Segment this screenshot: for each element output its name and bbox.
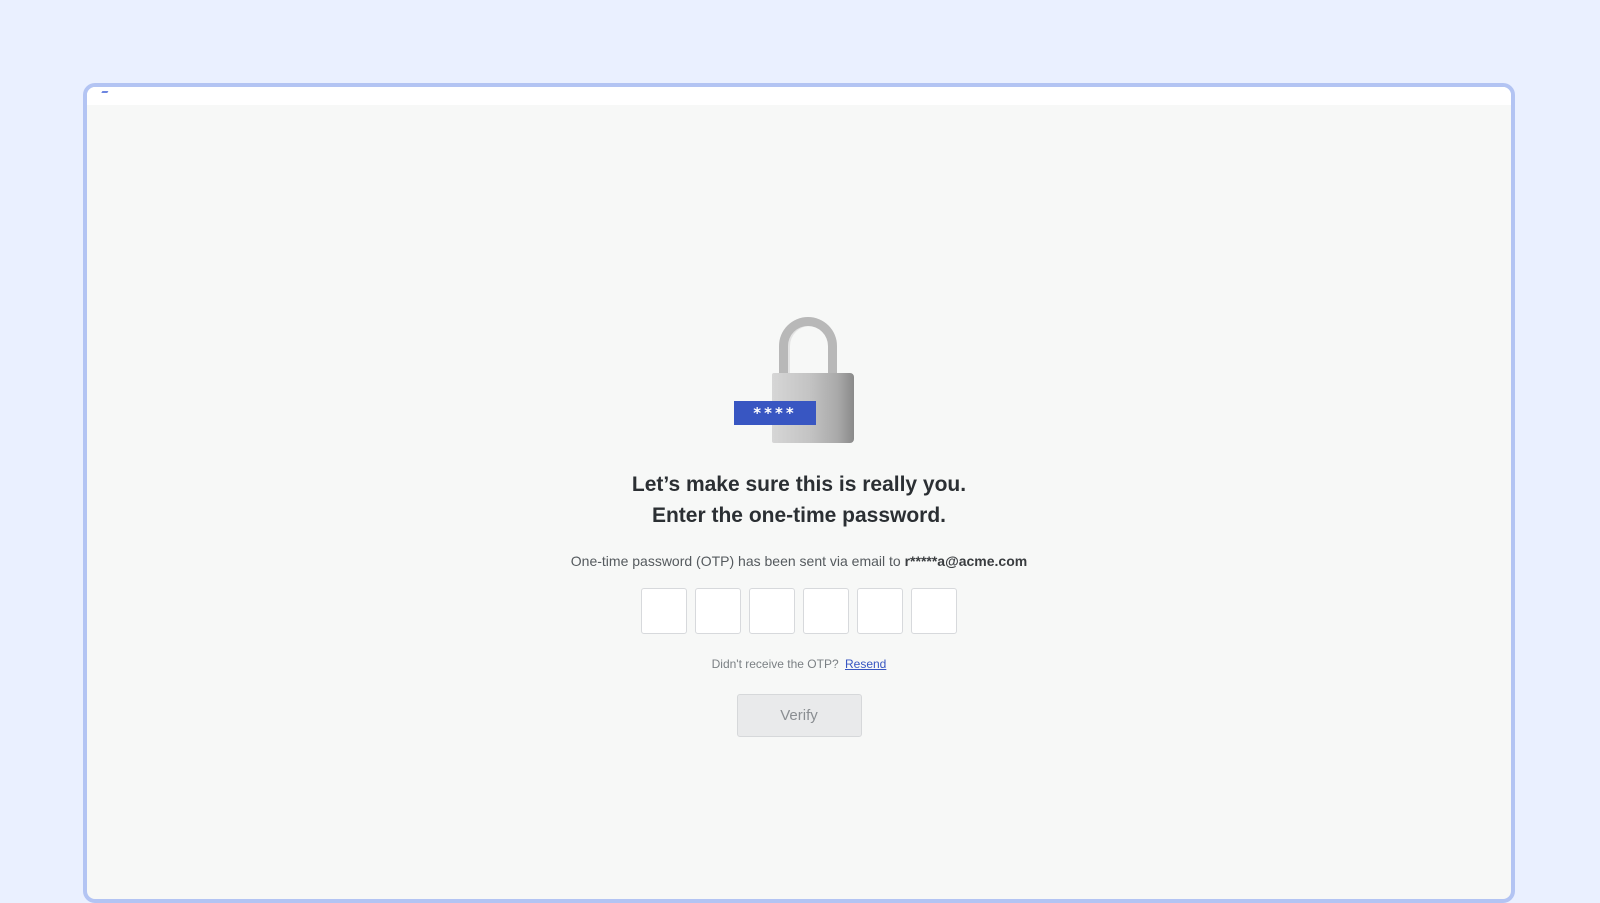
frame-top-bar: [87, 87, 1511, 105]
resend-prompt-text: Didn't receive the OTP?: [711, 657, 839, 671]
otp-digit-5[interactable]: [857, 588, 903, 634]
resend-prompt: Didn't receive the OTP? Resend: [712, 657, 887, 671]
otp-digit-6[interactable]: [911, 588, 957, 634]
otp-input-group: [641, 588, 957, 634]
otp-digit-3[interactable]: [749, 588, 795, 634]
otp-digit-1[interactable]: [641, 588, 687, 634]
verify-button[interactable]: Verify: [736, 694, 862, 737]
otp-sent-text: One-time password (OTP) has been sent vi…: [570, 553, 905, 569]
page-title: Let’s make sure this is really you. Ente…: [632, 469, 966, 531]
title-line-2: Enter the one-time password.: [651, 504, 947, 527]
resend-link[interactable]: Resend: [845, 657, 886, 671]
otp-verification-panel: **** Let’s make sure this is really you.…: [87, 317, 1511, 737]
browser-frame: **** Let’s make sure this is really you.…: [83, 83, 1515, 903]
title-line-1: Let’s make sure this is really you.: [631, 473, 967, 496]
otp-digit-4[interactable]: [803, 588, 849, 634]
password-tag: ****: [734, 401, 816, 425]
otp-digit-2[interactable]: [695, 588, 741, 634]
padlock-icon: ****: [734, 317, 874, 447]
corner-mark-icon: [101, 87, 111, 93]
masked-email: r*****a@acme.com: [904, 553, 1028, 569]
otp-sent-message: One-time password (OTP) has been sent vi…: [571, 553, 1027, 569]
